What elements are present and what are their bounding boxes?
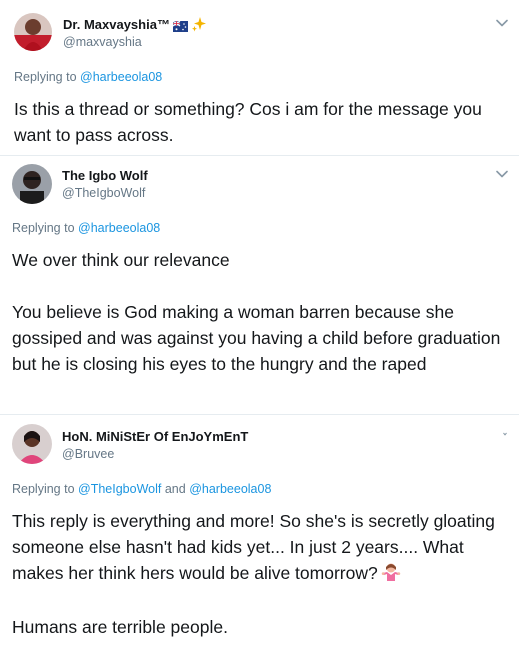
- replying-prefix: Replying to: [14, 70, 77, 84]
- mention-link[interactable]: @harbeeola08: [78, 221, 160, 235]
- replying-to: Replying to @harbeeola08: [12, 221, 160, 235]
- chevron-down-icon[interactable]: [496, 19, 508, 27]
- tweet-1[interactable]: Dr. Maxvayshia™ @maxvayshia Replying to …: [0, 0, 519, 155]
- display-name[interactable]: The Igbo Wolf: [62, 168, 148, 183]
- australia-flag-icon: [172, 19, 188, 32]
- tweet-text-paragraph: This reply is everything and more! So sh…: [12, 508, 511, 588]
- replying-to: Replying to @harbeeola08: [14, 70, 162, 84]
- tweet-text-paragraph: We over think our relevance: [12, 250, 230, 270]
- mention-link[interactable]: @TheIgboWolf: [78, 482, 161, 496]
- replying-to: Replying to @TheIgboWolf and @harbeeola0…: [12, 482, 271, 496]
- tweet-text-content: This reply is everything and more! So sh…: [12, 511, 495, 583]
- tweet-2[interactable]: The Igbo Wolf @TheIgboWolf Replying to @…: [0, 156, 519, 414]
- mention-link[interactable]: @harbeeola08: [80, 70, 162, 84]
- mention-link[interactable]: @harbeeola08: [189, 482, 271, 496]
- tweet-text: Is this a thread or something? Cos i am …: [14, 96, 511, 148]
- handle[interactable]: @maxvayshia: [63, 35, 142, 49]
- woman-shrugging-emoji-icon: [381, 561, 401, 588]
- paragraph-spacer: [12, 273, 511, 299]
- tweet-text: This reply is everything and more! So sh…: [12, 508, 511, 640]
- tweet-text-paragraph: Humans are terrible people.: [12, 617, 228, 637]
- display-name[interactable]: HoN. MiNiStEr Of EnJoYmEnT: [62, 429, 248, 444]
- chevron-down-icon[interactable]: [503, 432, 507, 436]
- chevron-down-icon[interactable]: [496, 170, 508, 178]
- handle[interactable]: @TheIgboWolf: [62, 186, 145, 200]
- mention-joiner: and: [164, 482, 186, 496]
- avatar[interactable]: [12, 164, 52, 204]
- tweet-text-paragraph: You believe is God making a woman barren…: [12, 302, 501, 374]
- avatar[interactable]: [12, 424, 52, 464]
- tweet-3[interactable]: HoN. MiNiStEr Of EnJoYmEnT @Bruvee Reply…: [0, 415, 519, 670]
- tweet-text-paragraph: Is this a thread or something? Cos i am …: [14, 99, 482, 145]
- avatar[interactable]: [14, 13, 52, 51]
- sparkles-icon: [191, 16, 207, 32]
- handle[interactable]: @Bruvee: [62, 447, 114, 461]
- replying-prefix: Replying to: [12, 482, 75, 496]
- paragraph-spacer: [12, 588, 511, 614]
- display-name[interactable]: Dr. Maxvayshia™: [63, 17, 170, 32]
- tweet-text: We over think our relevance You believe …: [12, 247, 511, 377]
- replying-prefix: Replying to: [12, 221, 75, 235]
